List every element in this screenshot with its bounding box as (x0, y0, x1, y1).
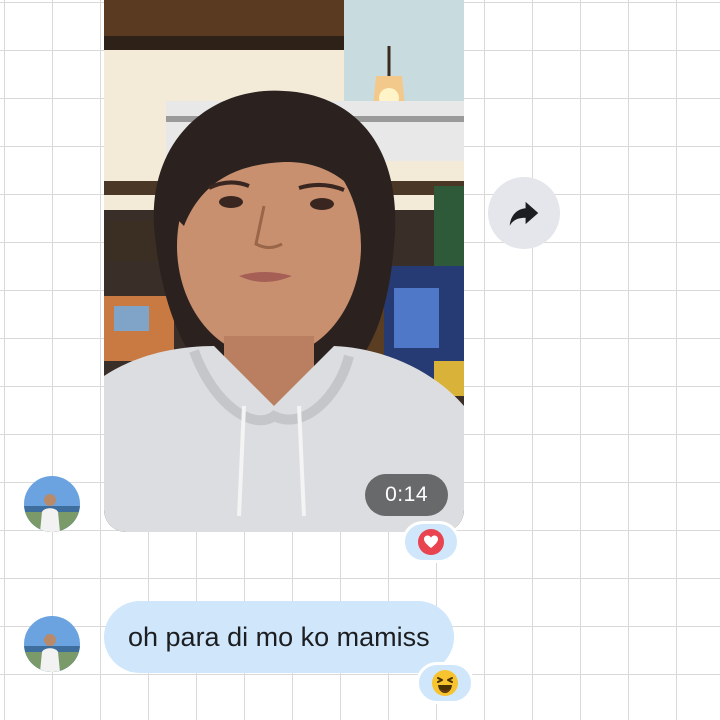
sender-avatar[interactable] (24, 616, 80, 672)
sender-avatar[interactable] (24, 476, 80, 532)
user-avatar (24, 476, 80, 532)
video-message[interactable]: 0:14 (104, 0, 464, 532)
video-thumbnail (104, 0, 464, 532)
video-duration-badge: 0:14 (365, 474, 448, 516)
laughing-face-icon (432, 670, 458, 696)
text-message-bubble[interactable]: oh para di mo ko mamiss (104, 601, 454, 673)
user-avatar (24, 616, 80, 672)
video-reaction[interactable] (402, 521, 460, 563)
text-reaction[interactable] (416, 662, 474, 704)
heart-icon (418, 529, 444, 555)
forward-button[interactable] (488, 177, 560, 249)
share-arrow-icon (509, 201, 539, 226)
